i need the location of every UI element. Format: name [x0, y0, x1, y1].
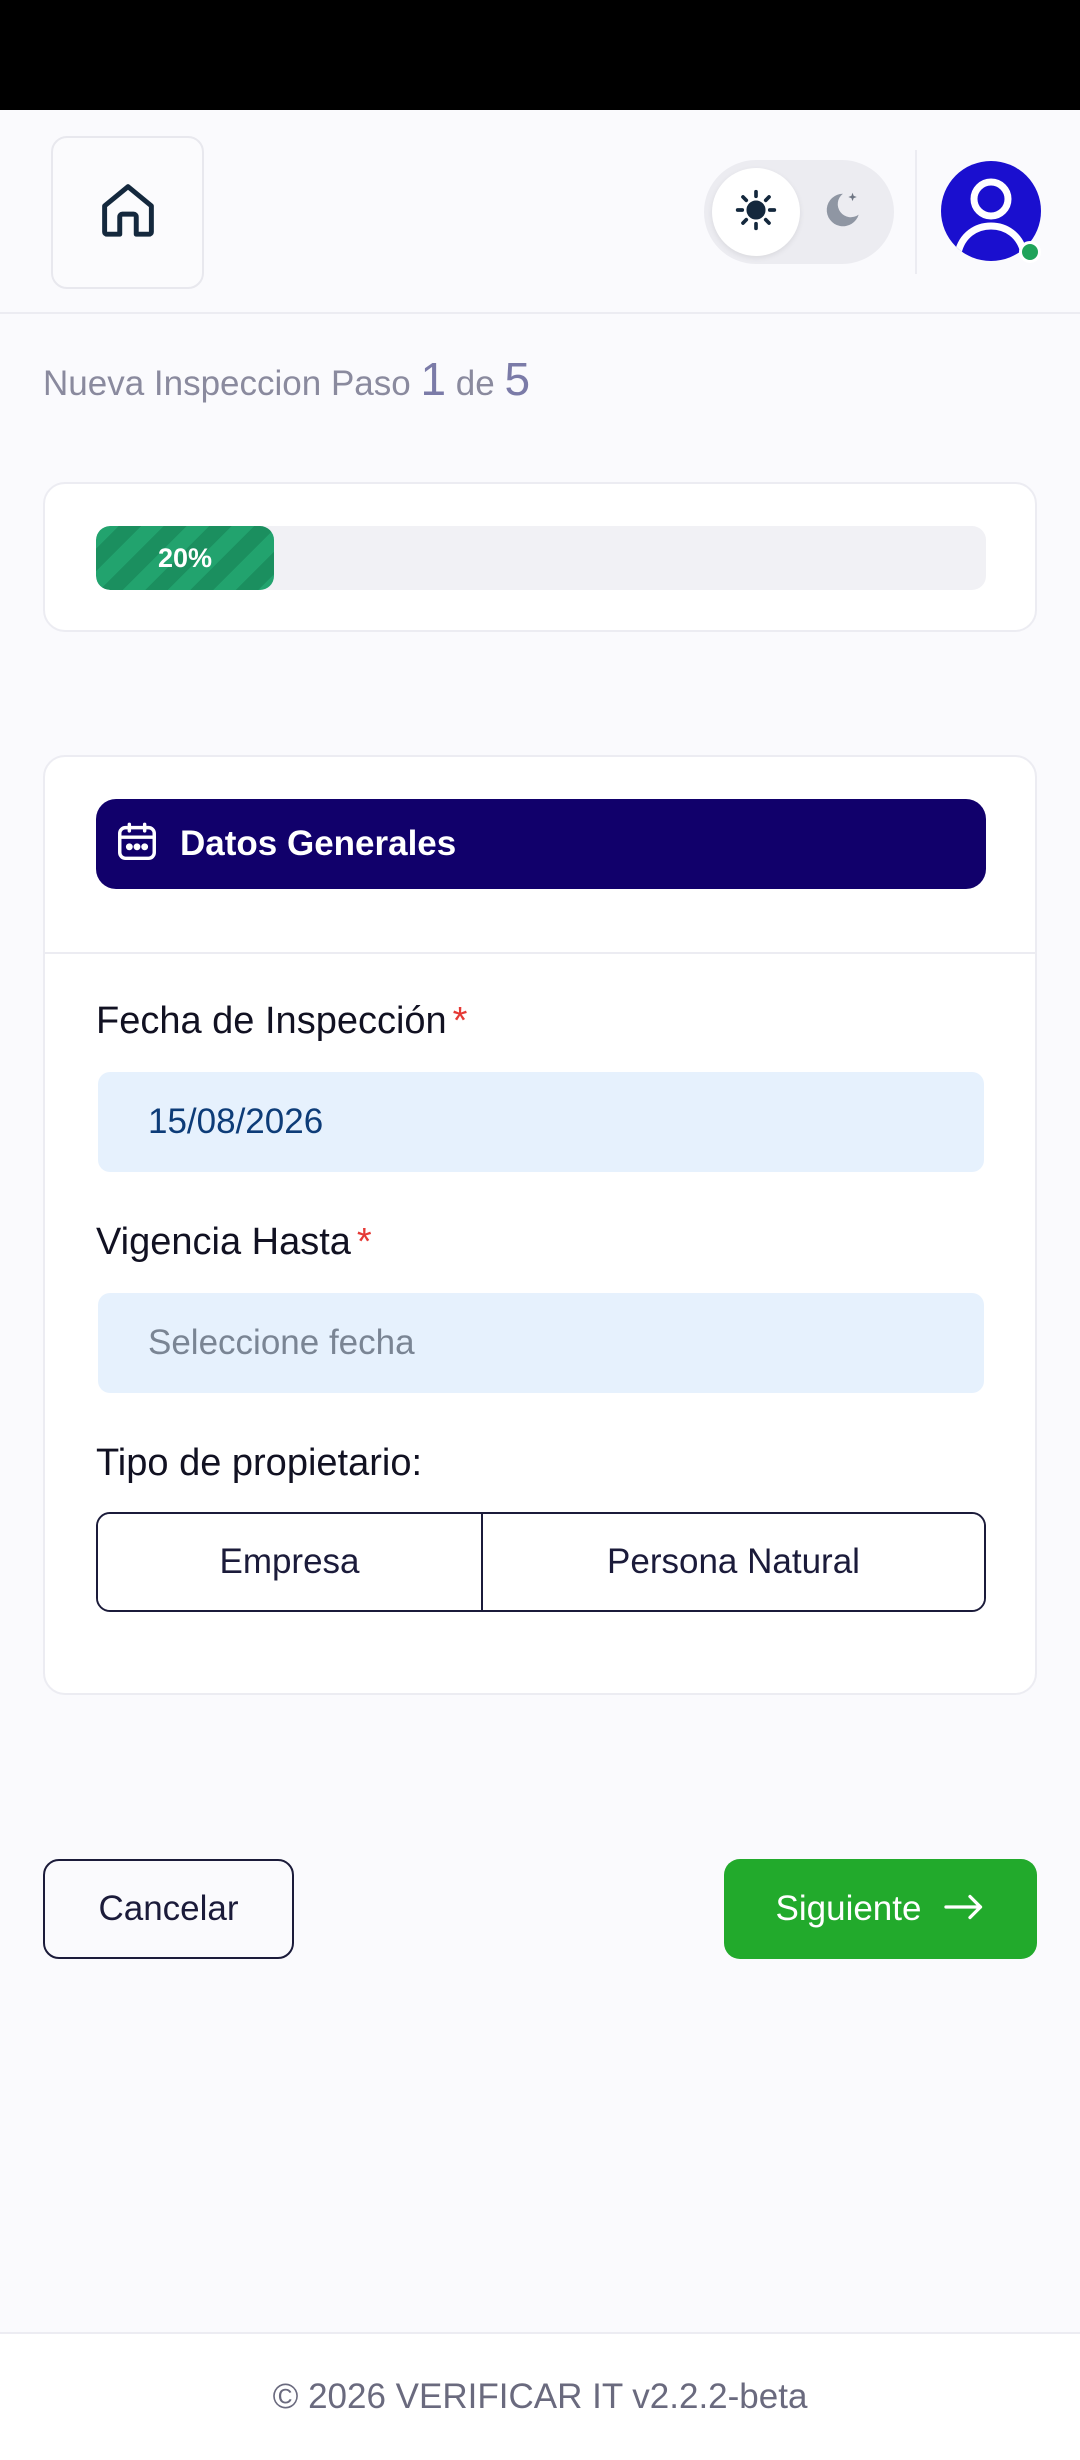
- step-prefix: Nueva Inspeccion Paso: [43, 364, 411, 403]
- sun-icon: [734, 188, 778, 237]
- dark-mode-option[interactable]: [798, 168, 886, 256]
- required-mark: *: [356, 1221, 372, 1263]
- status-bar: [0, 0, 1080, 110]
- step-current: 1: [420, 353, 447, 405]
- section-title: Datos Generales: [180, 824, 457, 863]
- progress-fill: 20%: [96, 526, 274, 590]
- owner-type-persona-natural[interactable]: Persona Natural: [483, 1514, 984, 1610]
- next-button[interactable]: Siguiente: [724, 1859, 1037, 1959]
- cancel-button-label: Cancelar: [98, 1889, 239, 1928]
- footer: © 2026 VERIFICAR IT v2.2.2-beta: [0, 2332, 1080, 2460]
- vigencia-hasta-label-text: Vigencia Hasta: [96, 1221, 351, 1263]
- cancel-button[interactable]: Cancelar: [43, 1859, 294, 1959]
- step-of-label: de: [455, 364, 495, 403]
- section-divider: [45, 952, 1035, 954]
- page-title: Nueva Inspeccion Paso 1 de 5: [43, 352, 530, 406]
- calendar-icon: [114, 819, 160, 870]
- moon-icon: [819, 187, 865, 238]
- theme-toggle[interactable]: [704, 160, 894, 264]
- progress-label: 20%: [157, 542, 213, 573]
- light-mode-option[interactable]: [712, 168, 800, 256]
- next-button-label: Siguiente: [775, 1889, 922, 1928]
- header-divider: [915, 150, 917, 274]
- home-button[interactable]: [51, 136, 204, 289]
- fecha-inspeccion-input[interactable]: 15/08/2026: [98, 1072, 984, 1172]
- fecha-inspeccion-label-text: Fecha de Inspección: [96, 1000, 447, 1042]
- required-mark: *: [452, 1000, 468, 1042]
- general-data-card: Datos Generales Fecha de Inspección * 15/…: [43, 755, 1037, 1695]
- arrow-right-icon: [943, 1887, 985, 1932]
- fecha-inspeccion-label: Fecha de Inspección *: [96, 1000, 467, 1043]
- progress-card: 20%: [43, 482, 1037, 632]
- app-header: [0, 110, 1080, 314]
- tipo-propietario-label: Tipo de propietario:: [96, 1442, 423, 1484]
- step-total: 5: [504, 353, 531, 405]
- progress-bar: 20%: [96, 526, 986, 590]
- home-icon: [95, 177, 161, 248]
- fecha-inspeccion-value: 15/08/2026: [148, 1102, 324, 1141]
- vigencia-hasta-placeholder: Seleccione fecha: [148, 1323, 415, 1362]
- vigencia-hasta-label: Vigencia Hasta *: [96, 1221, 372, 1264]
- online-status-dot: [1019, 241, 1041, 263]
- section-header: Datos Generales: [96, 799, 986, 889]
- owner-type-selector: Empresa Persona Natural: [96, 1512, 986, 1612]
- vigencia-hasta-input[interactable]: Seleccione fecha: [98, 1293, 984, 1393]
- footer-text: © 2026 VERIFICAR IT v2.2.2-beta: [272, 2377, 808, 2416]
- owner-type-empresa[interactable]: Empresa: [98, 1514, 483, 1610]
